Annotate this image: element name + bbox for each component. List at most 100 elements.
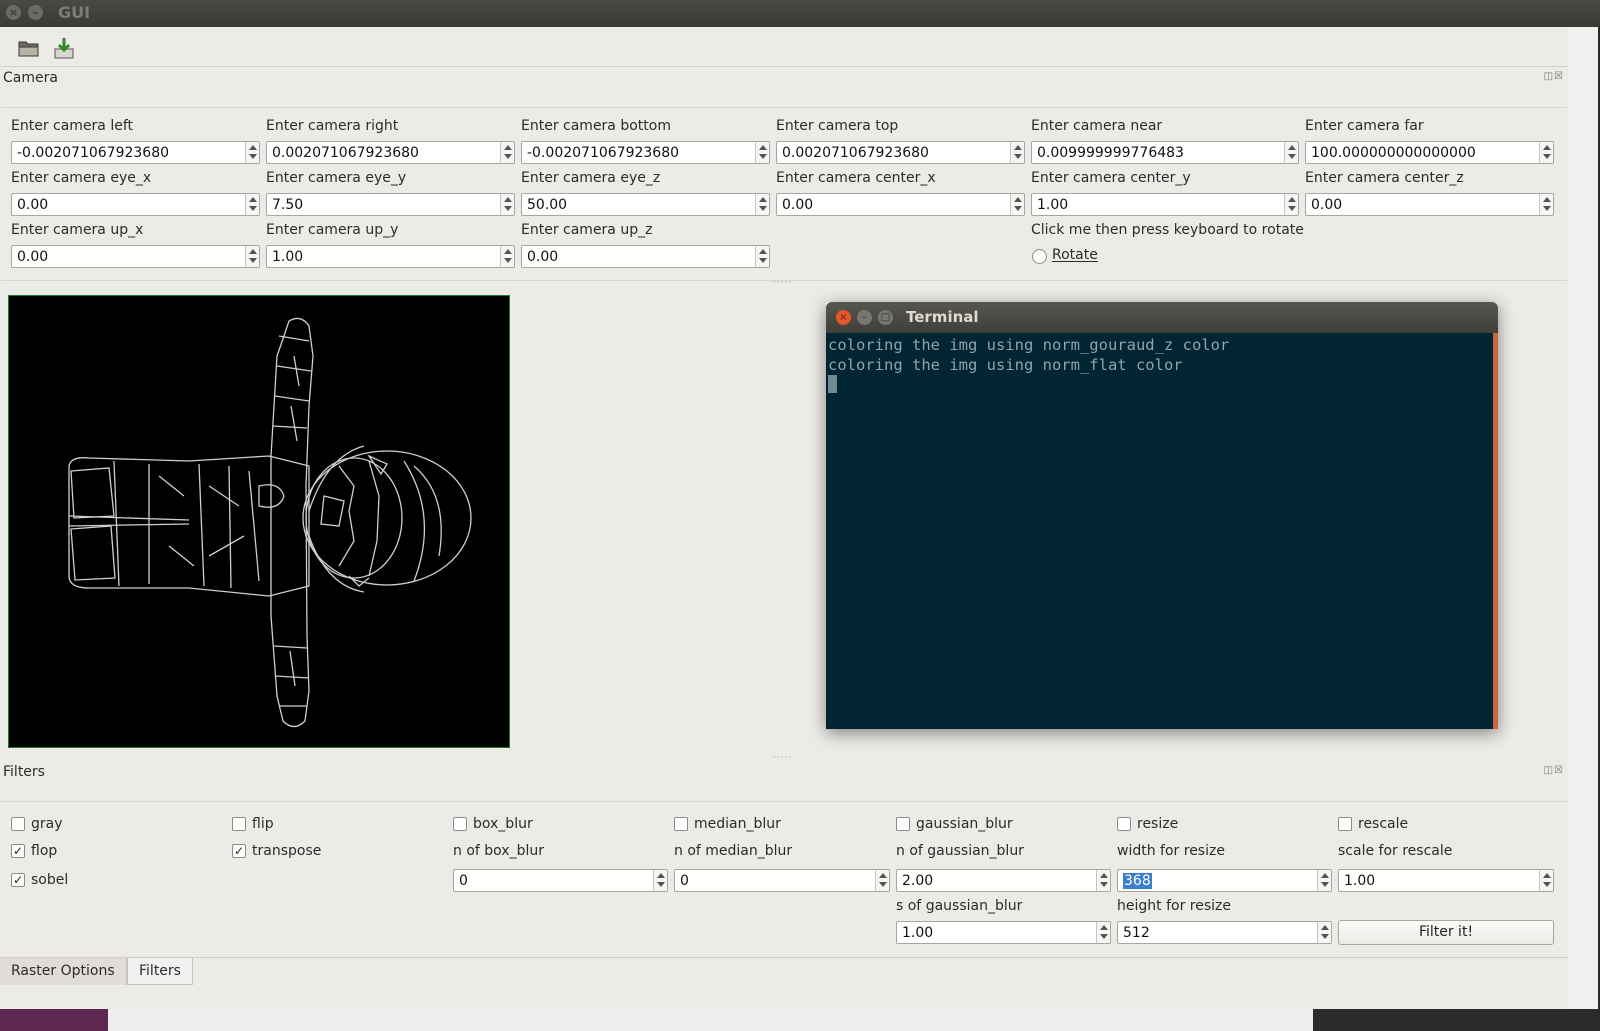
spin-arrows-icon[interactable] [500,142,514,163]
rotate-radio[interactable] [1032,249,1047,264]
camera-up-x-spinbox[interactable]: 0.00 [11,245,260,268]
gray-checkbox[interactable] [11,817,25,831]
rescale-label[interactable]: rescale [1358,816,1408,832]
camera-near-spinbox[interactable]: 0.009999999776483 [1031,141,1299,164]
terminal-line: coloring the img using norm_gouraud_z co… [828,336,1230,354]
spin-arrows-icon[interactable] [245,246,259,267]
minimize-window-icon[interactable]: – [28,5,43,20]
median-blur-label[interactable]: median_blur [694,816,781,832]
terminal-title: Terminal [906,308,979,326]
camera-up-z-spinbox[interactable]: 0.00 [521,245,770,268]
transpose-label[interactable]: transpose [252,843,321,859]
rescale-scale-spinbox[interactable]: 1.00 [1338,869,1554,892]
spin-arrows-icon[interactable] [1284,142,1298,163]
window-title: GUI [58,3,91,22]
resize-width-spinbox[interactable]: 368 [1117,869,1332,892]
gaussian-blur-label[interactable]: gaussian_blur [916,816,1013,832]
app-body: Camera ◫☒ Enter camera left Enter camera… [0,27,1568,1009]
spin-arrows-icon[interactable] [1010,194,1024,215]
transpose-checkbox[interactable]: ✓ [232,844,246,858]
resize-label[interactable]: resize [1137,816,1178,832]
splitter-handle[interactable]: ····· [773,278,792,288]
camera-far-spinbox[interactable]: 100.000000000000000 [1305,141,1554,164]
spin-arrows-icon[interactable] [755,194,769,215]
camera-eye-x-spinbox[interactable]: 0.00 [11,193,260,216]
sobel-label[interactable]: sobel [31,872,68,888]
median-blur-n-label: n of median_blur [674,843,793,859]
tab-filters[interactable]: Filters [127,958,193,985]
window-titlebar: × – GUI [0,0,1600,27]
splitter-handle[interactable]: ····· [773,753,792,763]
camera-eye-z-spinbox[interactable]: 50.00 [521,193,770,216]
render-canvas[interactable] [8,295,510,748]
rescale-scale-label: scale for rescale [1338,843,1453,859]
camera-left-spinbox[interactable]: -0.002071067923680 [11,141,260,164]
resize-height-label: height for resize [1117,898,1231,914]
minimize-icon[interactable]: – [857,310,872,325]
dock-float-close-icon[interactable]: ◫☒ [1544,765,1564,776]
desktop-taskbar [0,1009,1600,1031]
spin-arrows-icon[interactable] [1096,922,1110,943]
folder-open-icon[interactable] [16,35,42,61]
close-icon[interactable]: × [836,310,851,325]
spin-arrows-icon[interactable] [875,870,889,891]
spin-arrows-icon[interactable] [1010,142,1024,163]
box-blur-n-spinbox[interactable]: 0 [453,869,668,892]
sobel-checkbox[interactable]: ✓ [11,873,25,887]
spin-arrows-icon[interactable] [1317,870,1331,891]
tab-raster-options[interactable]: Raster Options [0,958,127,985]
camera-right-spinbox[interactable]: 0.002071067923680 [266,141,515,164]
terminal-window[interactable]: × – □ Terminal coloring the img using no… [826,302,1498,729]
spin-arrows-icon[interactable] [1284,194,1298,215]
camera-up-y-spinbox[interactable]: 1.00 [266,245,515,268]
flop-checkbox[interactable]: ✓ [11,844,25,858]
spin-arrows-icon[interactable] [1317,922,1331,943]
gaussian-blur-n-spinbox[interactable]: 2.00 [896,869,1111,892]
gaussian-blur-s-spinbox[interactable]: 1.00 [896,921,1111,944]
camera-left-label: Enter camera left [11,118,134,134]
camera-eye-z-label: Enter camera eye_z [521,170,661,186]
wireframe-render [68,317,472,728]
camera-bottom-spinbox[interactable]: -0.002071067923680 [521,141,770,164]
median-blur-n-spinbox[interactable]: 0 [674,869,890,892]
spin-arrows-icon[interactable] [1539,142,1553,163]
spin-arrows-icon[interactable] [1539,194,1553,215]
save-download-icon[interactable] [51,35,77,61]
gaussian-blur-checkbox[interactable] [896,817,910,831]
camera-up-y-label: Enter camera up_y [266,222,399,238]
desktop-edge [1568,27,1600,1031]
box-blur-label[interactable]: box_blur [473,816,533,832]
close-window-icon[interactable]: × [6,5,21,20]
camera-center-x-spinbox[interactable]: 0.00 [776,193,1025,216]
camera-panel: Enter camera left Enter camera right Ent… [1,107,1567,281]
spin-arrows-icon[interactable] [1539,870,1553,891]
spin-arrows-icon[interactable] [755,142,769,163]
spin-arrows-icon[interactable] [653,870,667,891]
resize-checkbox[interactable] [1117,817,1131,831]
spin-arrows-icon[interactable] [500,246,514,267]
terminal-output[interactable]: coloring the img using norm_gouraud_z co… [826,333,1493,729]
flip-checkbox[interactable] [232,817,246,831]
camera-eye-y-spinbox[interactable]: 7.50 [266,193,515,216]
dock-float-close-icon[interactable]: ◫☒ [1544,71,1564,82]
filter-it-button[interactable]: Filter it! [1338,920,1554,945]
box-blur-n-label: n of box_blur [453,843,544,859]
spin-arrows-icon[interactable] [245,194,259,215]
spin-arrows-icon[interactable] [755,246,769,267]
gray-label[interactable]: gray [31,816,63,832]
camera-center-z-spinbox[interactable]: 0.00 [1305,193,1554,216]
camera-center-y-spinbox[interactable]: 1.00 [1031,193,1299,216]
flop-label[interactable]: flop [31,843,57,859]
median-blur-checkbox[interactable] [674,817,688,831]
spin-arrows-icon[interactable] [245,142,259,163]
box-blur-checkbox[interactable] [453,817,467,831]
terminal-scrollbar[interactable] [1493,333,1498,729]
rotate-label[interactable]: Rotate [1052,247,1098,263]
spin-arrows-icon[interactable] [500,194,514,215]
resize-height-spinbox[interactable]: 512 [1117,921,1332,944]
flip-label[interactable]: flip [252,816,274,832]
spin-arrows-icon[interactable] [1096,870,1110,891]
maximize-icon[interactable]: □ [878,310,893,325]
camera-top-spinbox[interactable]: 0.002071067923680 [776,141,1025,164]
rescale-checkbox[interactable] [1338,817,1352,831]
